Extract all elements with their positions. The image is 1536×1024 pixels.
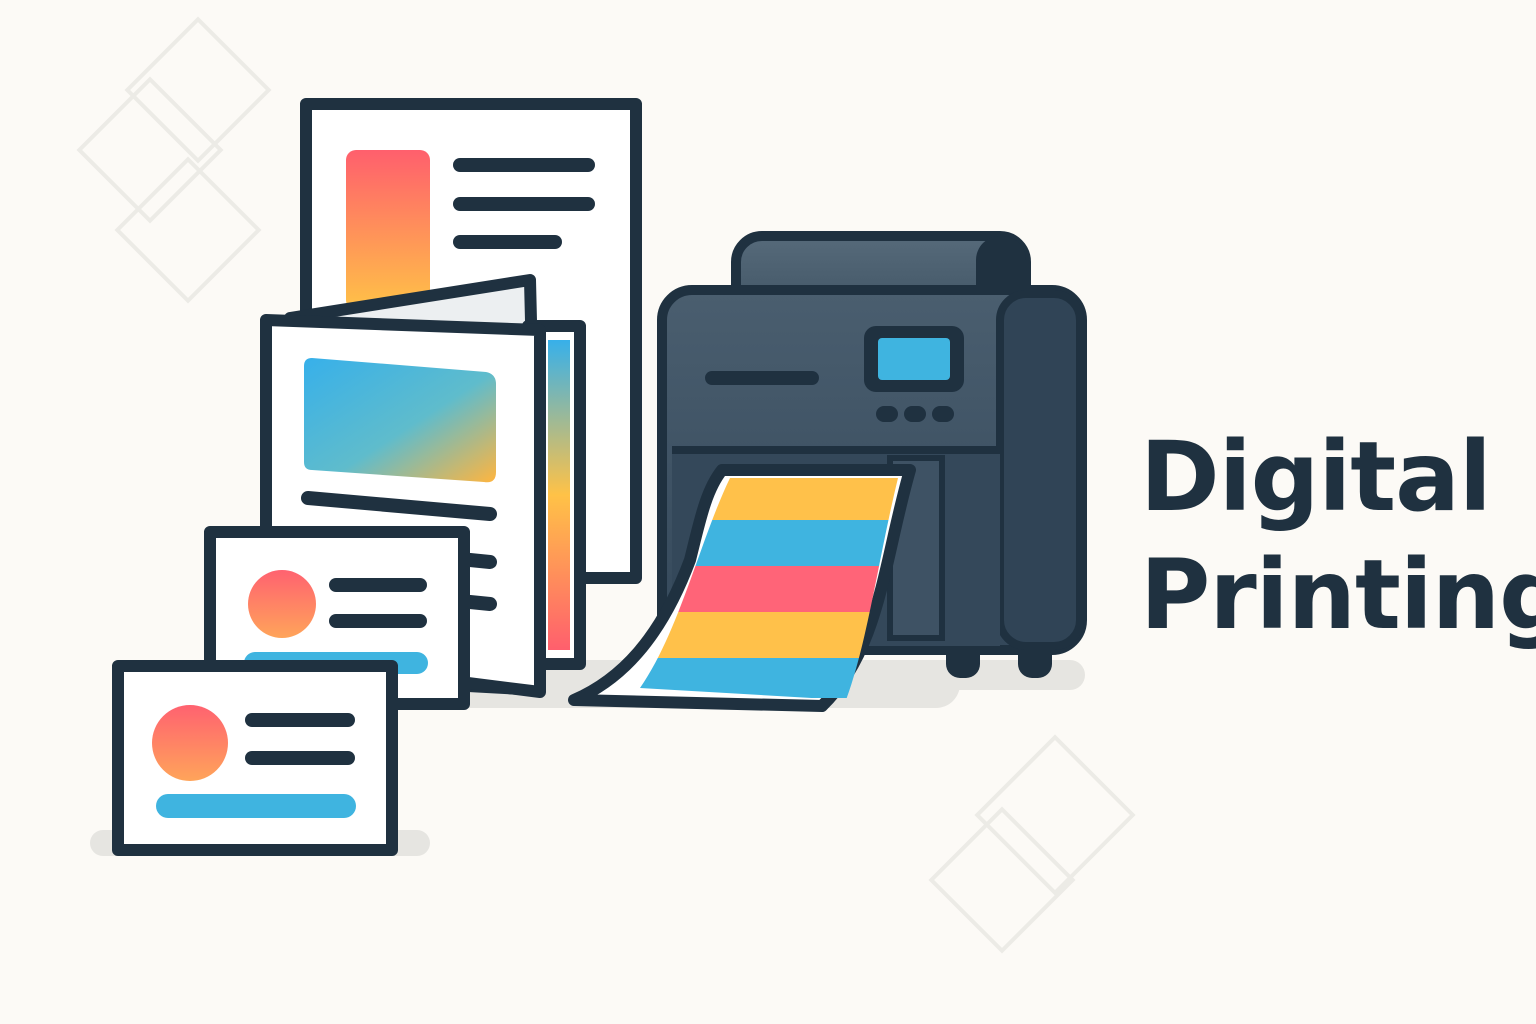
business-card-front-icon (112, 660, 398, 856)
headline: Digital Printing (1140, 418, 1536, 654)
headline-line-2: Printing (1140, 539, 1536, 651)
headline-line-1: Digital (1140, 421, 1492, 533)
digital-printing-illustration: Digital Printing (0, 0, 1536, 1024)
printer-screen (878, 338, 950, 380)
